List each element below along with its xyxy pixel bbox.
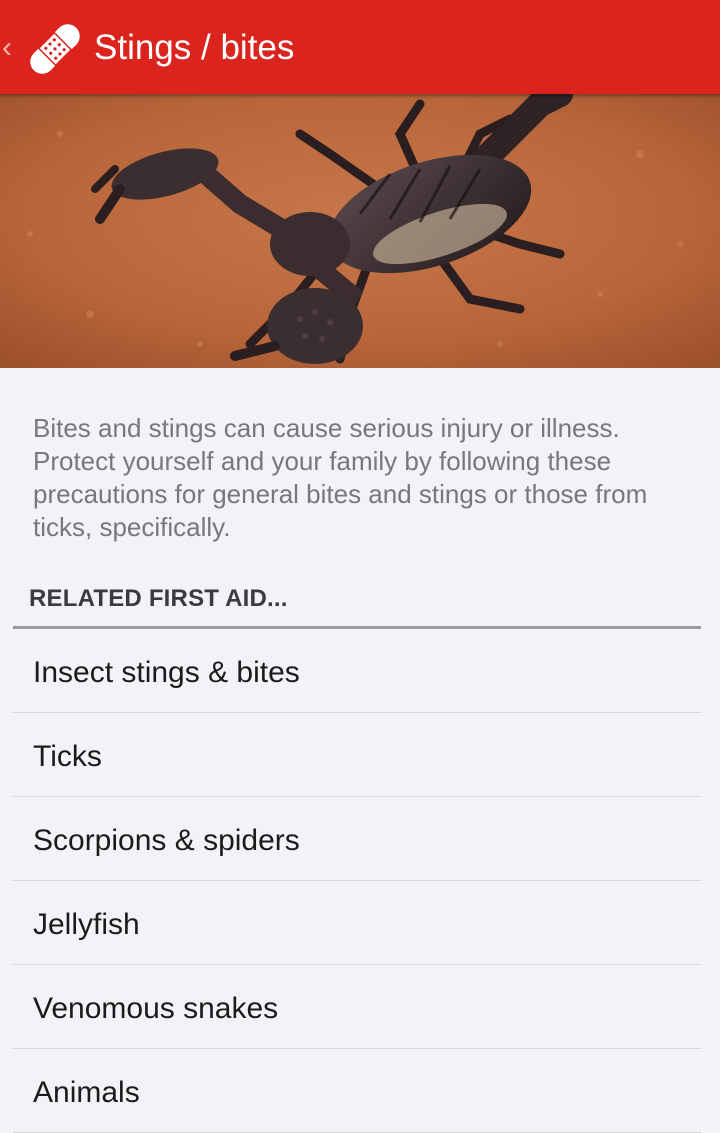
list-item-insect-stings[interactable]: Insect stings & bites — [13, 629, 701, 713]
list-item-jellyfish[interactable]: Jellyfish — [13, 881, 701, 965]
scorpion-icon — [0, 94, 720, 368]
app-bar: ‹ Stings / bites — [0, 0, 720, 94]
page-title: Stings / bites — [94, 28, 295, 67]
description-text: Bites and stings can cause serious injur… — [33, 413, 648, 542]
back-chevron-icon[interactable]: ‹ — [2, 30, 22, 66]
section-header-related: RELATED FIRST AID... — [29, 585, 288, 612]
list-item-label: Scorpions & spiders — [33, 824, 300, 857]
list-item-label: Insect stings & bites — [33, 656, 300, 689]
list-item-animals[interactable]: Animals — [13, 1049, 701, 1133]
list-item-venomous-snakes[interactable]: Venomous snakes — [13, 965, 701, 1049]
list-item-label: Jellyfish — [33, 908, 140, 941]
list-item-scorpions-spiders[interactable]: Scorpions & spiders — [13, 797, 701, 881]
hero-image — [0, 94, 720, 368]
bandage-icon[interactable] — [22, 16, 88, 82]
list-item-ticks[interactable]: Ticks — [13, 713, 701, 797]
list-item-label: Venomous snakes — [33, 992, 279, 1025]
list-item-label: Ticks — [33, 740, 102, 773]
list-item-label: Animals — [33, 1076, 140, 1109]
related-list: Insect stings & bites Ticks Scorpions & … — [13, 629, 701, 1133]
